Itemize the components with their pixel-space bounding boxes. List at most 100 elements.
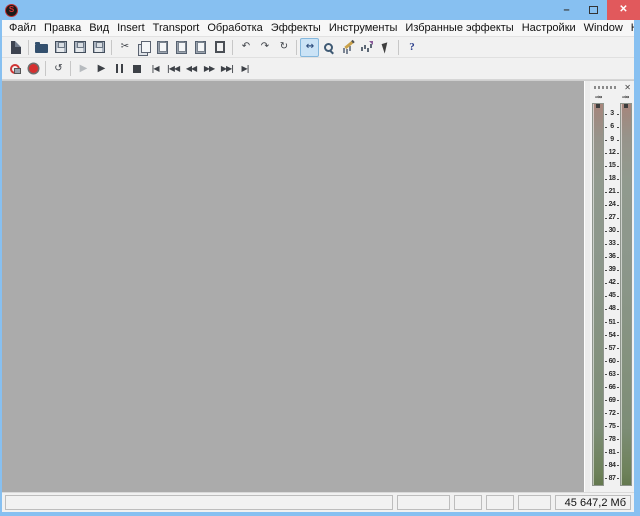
meter-tick: 48 (605, 305, 619, 313)
meter-tick: 6 (605, 123, 619, 131)
toolbar-separator (232, 39, 233, 55)
meter-tick: 81 (605, 449, 619, 457)
pause-icon (115, 64, 123, 73)
play-all-button: ▶ (74, 59, 92, 78)
meter-tick: 36 (605, 253, 619, 261)
paste-special-icon (176, 40, 187, 54)
menu-insert[interactable]: Insert (113, 20, 149, 36)
save-as-icon (73, 41, 86, 53)
save-all-button[interactable] (89, 38, 108, 57)
meter-tick: 78 (605, 436, 619, 444)
open-file-icon (35, 42, 48, 53)
workspace (2, 81, 584, 492)
meter-tick: 15 (605, 162, 619, 170)
cut-icon: ✂ (120, 41, 129, 52)
peak-label-right: -∞ (621, 94, 630, 101)
app-icon[interactable]: S (5, 3, 18, 17)
drag-grip-icon[interactable] (594, 86, 616, 89)
meter-peak-labels: -∞ -∞ (592, 93, 632, 103)
menu-file[interactable]: Файл (5, 20, 40, 36)
meter-tick: 84 (605, 462, 619, 470)
meter-tick: 33 (605, 240, 619, 248)
stop-button[interactable] (128, 59, 146, 78)
meter-close-icon[interactable]: ✕ (624, 83, 632, 92)
minimize-button[interactable]: – (553, 0, 580, 20)
menu-edit[interactable]: Правка (40, 20, 85, 36)
pencil-tool-button[interactable] (338, 38, 357, 57)
paste-special-button[interactable] (172, 38, 191, 57)
trim-crop-icon (214, 41, 226, 53)
forward-button[interactable]: ▶▶ (200, 59, 218, 78)
play-icon: ▶ (97, 62, 106, 74)
save-button[interactable] (51, 38, 70, 57)
meter-scale: 3 6 9 12 15 18 21 24 27 30 33 36 39 42 45 48 51 54 57 60 63 6… (605, 103, 619, 486)
close-button[interactable]: ✕ (607, 0, 640, 20)
status-panel (454, 495, 482, 510)
play-button[interactable]: ▶ (92, 59, 110, 78)
meter-tick: 54 (605, 332, 619, 340)
next-button[interactable]: ▶▶| (218, 59, 236, 78)
menu-process[interactable]: Обработка (203, 20, 266, 36)
menu-bar: Файл Правка Вид Insert Transport Обработка Эфф… (2, 20, 634, 37)
status-panel (518, 495, 551, 510)
title-bar: S – ✕ (0, 0, 640, 20)
paste-to-new-button[interactable] (191, 38, 210, 57)
menu-transport[interactable]: Transport (149, 20, 204, 36)
cut-button[interactable]: ✂ (115, 38, 134, 57)
toolbar-separator (45, 61, 46, 76)
main-toolbar: ✂ ↶ ↷ ↻ ↔? (2, 37, 634, 58)
record-icon (28, 64, 38, 73)
go-to-start-button[interactable]: |◀ (146, 59, 164, 78)
magnify-tool-button[interactable] (357, 38, 376, 57)
toolbar-separator (111, 39, 112, 55)
undo-button[interactable]: ↶ (236, 38, 255, 57)
redo-icon: ↷ (260, 41, 269, 52)
zoom-selection-button[interactable] (319, 38, 338, 57)
menu-favorite-effects[interactable]: Избранные эффекты (401, 20, 517, 36)
copy-icon (137, 40, 151, 56)
help-button[interactable]: ? (402, 38, 421, 57)
save-as-button[interactable] (70, 38, 89, 57)
cursor-tool-button[interactable] (376, 38, 395, 57)
play-all-icon: ▶ (79, 62, 88, 74)
record-button[interactable] (24, 59, 42, 78)
toolbar-separator (296, 39, 297, 55)
edit-tool-button[interactable]: ↔ (300, 37, 319, 57)
menu-help[interactable]: Help (627, 20, 634, 36)
trim-crop-button[interactable] (210, 38, 229, 57)
meter-tick: 3 (605, 110, 619, 118)
pause-button[interactable] (110, 59, 128, 78)
menu-options[interactable]: Настройки (518, 20, 580, 36)
copy-button[interactable] (134, 38, 153, 57)
menu-window[interactable]: Window (580, 20, 627, 36)
maximize-button[interactable] (580, 0, 607, 20)
save-all-icon (92, 41, 105, 53)
go-to-end-button[interactable]: ▶| (236, 59, 254, 78)
menu-effects[interactable]: Эффекты (267, 20, 325, 36)
peak-label-left: -∞ (594, 94, 603, 101)
meter-tick: 66 (605, 384, 619, 392)
loop-playback-button[interactable]: ↺ (49, 59, 67, 78)
previous-button[interactable]: |◀◀ (164, 59, 182, 78)
meter-tick: 63 (605, 371, 619, 379)
repeat-icon: ↻ (279, 41, 288, 52)
rewind-button[interactable]: ◀◀ (182, 59, 200, 78)
status-panel (397, 495, 450, 510)
new-file-icon (10, 40, 21, 54)
new-file-button[interactable] (6, 38, 25, 57)
meter-panel-header: ✕ (592, 82, 632, 93)
paste-button[interactable] (153, 38, 172, 57)
maximize-icon (589, 6, 598, 14)
redo-button[interactable]: ↷ (255, 38, 274, 57)
menu-view[interactable]: Вид (85, 20, 113, 36)
rewind-icon: ◀◀ (185, 63, 197, 73)
meter-tick: 69 (605, 397, 619, 405)
status-panel (486, 495, 514, 510)
record-monitor-button[interactable] (6, 59, 24, 78)
meter-tick: 18 (605, 175, 619, 183)
open-file-button[interactable] (32, 38, 51, 57)
status-panel (5, 495, 393, 510)
menu-tools[interactable]: Инструменты (325, 20, 402, 36)
record-monitor-icon (10, 63, 21, 74)
repeat-button[interactable]: ↻ (274, 38, 293, 57)
